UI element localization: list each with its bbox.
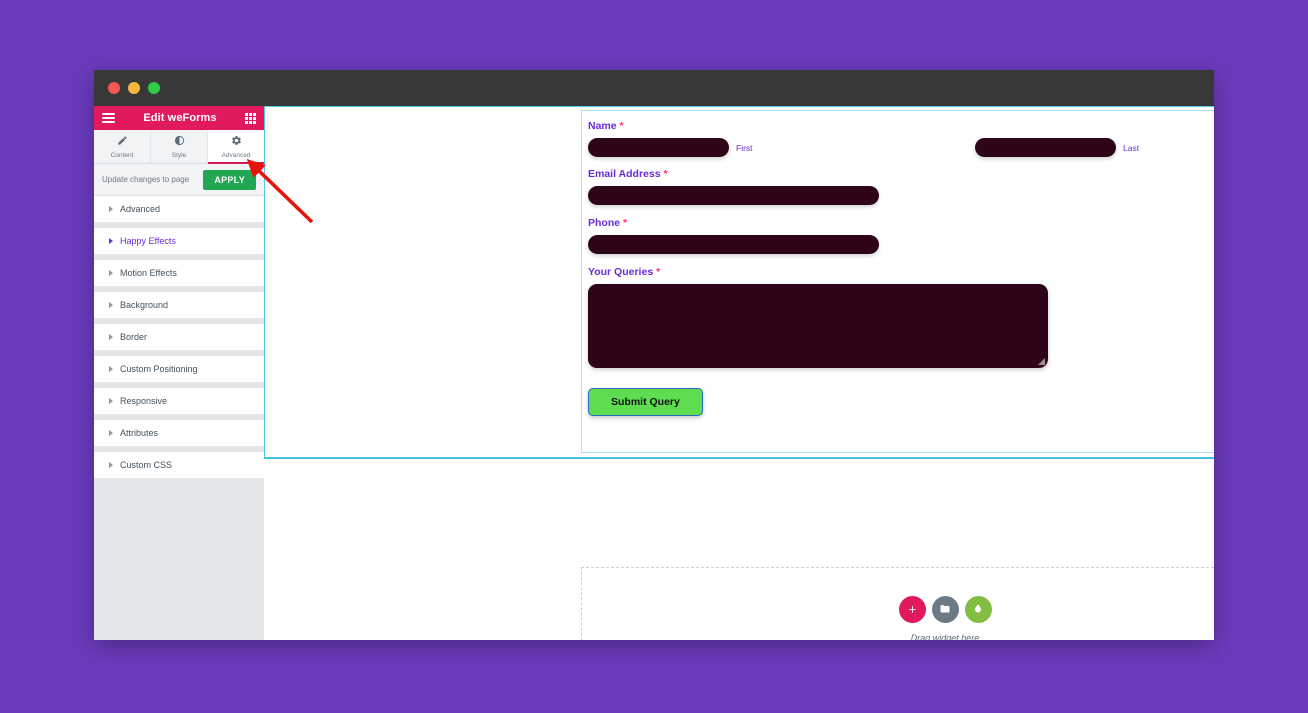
panel-header: Edit weForms [94, 106, 264, 130]
chevron-right-icon [109, 270, 113, 276]
section-motion-effects[interactable]: Motion Effects [94, 260, 264, 286]
chevron-right-icon [109, 366, 113, 372]
section-outline-top [264, 106, 1214, 107]
tab-advanced-label: Advanced [221, 152, 251, 159]
section-custom-css[interactable]: Custom CSS [94, 452, 264, 478]
section-border[interactable]: Border [94, 324, 264, 350]
section-divider [264, 457, 1214, 459]
browser-window: Edit weForms Content Style Advanced Upda… [94, 70, 1214, 640]
chevron-right-icon [109, 206, 113, 212]
window-titlebar [94, 70, 1214, 106]
tab-style[interactable]: Style [151, 130, 208, 163]
name-row: First Last [588, 138, 1214, 157]
submit-query-button[interactable]: Submit Query [588, 388, 703, 416]
queries-textarea[interactable] [588, 284, 1048, 368]
section-custom-positioning[interactable]: Custom Positioning [94, 356, 264, 382]
tab-advanced[interactable]: Advanced [208, 130, 264, 164]
tab-content[interactable]: Content [94, 130, 151, 163]
required-asterisk: * [656, 266, 661, 278]
chevron-right-icon [109, 462, 113, 468]
chevron-right-icon [109, 238, 113, 244]
hamburger-icon[interactable] [102, 113, 115, 123]
section-label: Happy Effects [120, 236, 176, 246]
dropzone-label: Drag widget here [910, 632, 980, 641]
last-name-input[interactable] [975, 138, 1116, 157]
email-field-label: Email Address * [588, 168, 1214, 180]
section-label: Custom CSS [120, 460, 173, 470]
section-label: Motion Effects [120, 268, 177, 278]
dropzone-buttons [898, 595, 992, 623]
chevron-right-icon [109, 334, 113, 340]
pencil-icon [117, 134, 128, 150]
window-close-button[interactable] [108, 82, 120, 94]
phone-label-text: Phone [588, 217, 621, 229]
section-outline-left [264, 106, 265, 458]
email-label-text: Email Address [588, 168, 661, 180]
section-label: Custom Positioning [120, 364, 198, 374]
tab-style-label: Style [171, 152, 187, 159]
drag-widget-dropzone[interactable]: Drag widget here [581, 567, 1214, 640]
editor-canvas: + ❐ ✕ Name * First [264, 106, 1214, 640]
section-label: Background [120, 300, 169, 310]
grid-apps-icon[interactable] [245, 112, 256, 124]
panel-title: Edit weForms [143, 112, 217, 124]
chevron-right-icon [109, 302, 113, 308]
first-name-group: First [588, 138, 975, 157]
tab-content-label: Content [110, 152, 134, 159]
queries-field-label: Your Queries * [588, 266, 1214, 278]
last-name-group: Last [975, 138, 1139, 157]
name-label-text: Name [588, 120, 617, 132]
required-asterisk: * [663, 168, 668, 180]
queries-label-text: Your Queries [588, 266, 654, 278]
required-asterisk: * [619, 120, 624, 132]
section-label: Responsive [120, 396, 168, 406]
name-field-label: Name * [588, 120, 1214, 132]
apply-changes-row: Update changes to page APPLY [94, 164, 264, 196]
panel-tabs: Content Style Advanced [94, 130, 264, 164]
contrast-icon [174, 134, 185, 150]
chevron-right-icon [109, 398, 113, 404]
section-happy-effects[interactable]: Happy Effects [94, 228, 264, 254]
window-maximize-button[interactable] [148, 82, 160, 94]
section-attributes[interactable]: Attributes [94, 420, 264, 446]
last-name-sublabel: Last [1123, 142, 1140, 153]
advanced-section-list: Advanced Happy Effects Motion Effects Ba… [94, 196, 264, 478]
section-label: Advanced [120, 204, 161, 214]
first-name-sublabel: First [736, 142, 753, 153]
chevron-right-icon [109, 430, 113, 436]
add-widget-button[interactable] [898, 595, 926, 623]
elementor-editor-panel: Edit weForms Content Style Advanced Upda… [94, 106, 264, 640]
email-input[interactable] [588, 186, 879, 205]
contact-form: Name * First Last Email Address * Phone … [582, 111, 1214, 416]
weforms-widget[interactable]: + ❐ ✕ Name * First [581, 110, 1214, 453]
section-advanced[interactable]: Advanced [94, 196, 264, 222]
phone-field-label: Phone * [588, 217, 1214, 229]
window-minimize-button[interactable] [128, 82, 140, 94]
section-background[interactable]: Background [94, 292, 264, 318]
section-responsive[interactable]: Responsive [94, 388, 264, 414]
phone-input[interactable] [588, 235, 879, 254]
section-label: Border [120, 332, 148, 342]
section-label: Attributes [120, 428, 159, 438]
gear-icon [231, 134, 242, 150]
apply-button[interactable]: APPLY [203, 169, 256, 190]
first-name-input[interactable] [588, 138, 729, 157]
required-asterisk: * [623, 217, 628, 229]
leaf-widget-button[interactable] [964, 595, 992, 623]
template-folder-button[interactable] [931, 595, 959, 623]
update-hint-label: Update changes to page [102, 175, 190, 184]
